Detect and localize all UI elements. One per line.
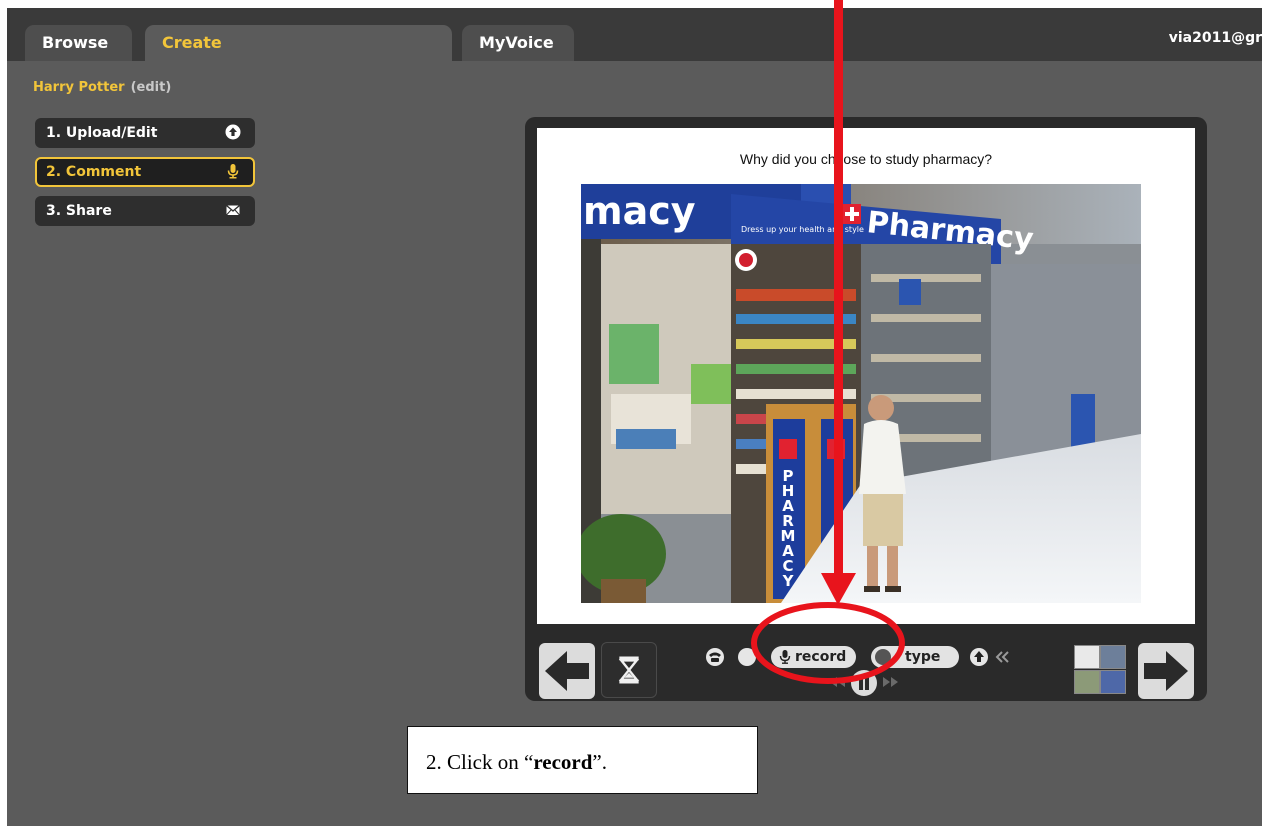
app-window: Browse Create MyVoice via2011@gr Harry P… <box>7 8 1262 826</box>
slide-thumbnail[interactable] <box>1074 645 1100 669</box>
step-label: 1. Upload/Edit <box>46 125 158 141</box>
arrow-left-icon[interactable] <box>539 643 595 699</box>
slide-thumbnail[interactable] <box>1100 645 1126 669</box>
phone-button[interactable] <box>706 648 724 666</box>
tab-create[interactable]: Create <box>145 25 452 61</box>
instruction-keyword: record <box>533 750 593 774</box>
double-chevron-left-icon[interactable] <box>995 650 1011 664</box>
record-button[interactable]: record <box>771 646 856 668</box>
rewind-icon[interactable] <box>827 675 847 689</box>
step-label: 3. Share <box>46 203 112 219</box>
tab-create-label: Create <box>162 33 222 52</box>
fast-forward-icon[interactable] <box>881 675 901 689</box>
instruction-suffix: ”. <box>592 750 607 774</box>
step-label: 2. Comment <box>46 164 142 180</box>
project-title: Harry Potter (edit) <box>33 80 171 95</box>
slide: Why did you choose to study pharmacy? ma… <box>537 128 1195 624</box>
step-comment[interactable]: 2. Comment <box>35 157 255 187</box>
type-label: type <box>905 649 941 665</box>
pause-button[interactable] <box>851 670 877 696</box>
step-upload-edit[interactable]: 1. Upload/Edit <box>35 118 255 148</box>
slide-question: Why did you choose to study pharmacy? <box>739 151 993 167</box>
edit-link[interactable]: (edit) <box>131 80 172 95</box>
hourglass-icon <box>618 656 640 684</box>
instruction-prefix: 2. Click on “ <box>426 750 534 774</box>
step-share[interactable]: 3. Share <box>35 196 255 226</box>
record-label: record <box>795 649 847 665</box>
keyboard-icon <box>875 649 891 665</box>
tab-myvoice-label: MyVoice <box>479 33 554 52</box>
upload-icon <box>974 651 984 662</box>
envelope-icon <box>226 204 240 216</box>
slide-thumbnail[interactable] <box>1074 670 1100 694</box>
arrow-right-icon[interactable] <box>1138 643 1194 699</box>
pause-icon <box>859 676 869 690</box>
banner-text: macy <box>583 189 696 233</box>
upload-button[interactable] <box>970 648 988 666</box>
user-account[interactable]: via2011@gr <box>1169 30 1262 46</box>
top-bar: Browse Create MyVoice via2011@gr <box>7 8 1262 61</box>
microphone-icon <box>227 164 239 179</box>
tab-browse[interactable]: Browse <box>25 25 132 61</box>
info-button[interactable] <box>738 648 756 666</box>
hourglass-button[interactable] <box>601 642 657 698</box>
tab-browse-label: Browse <box>42 33 109 52</box>
instruction-callout: 2. Click on “record”. <box>407 726 758 794</box>
tab-myvoice[interactable]: MyVoice <box>462 25 574 61</box>
slide-photo: macy Dress up your health and style Phar… <box>581 184 1141 603</box>
upload-icon <box>225 124 241 140</box>
banner-tagline: Dress up your health and style <box>741 225 864 234</box>
slide-thumbnail[interactable] <box>1100 670 1126 694</box>
phone-icon <box>709 652 721 662</box>
microphone-icon <box>779 650 791 664</box>
pharmacy-column-text: PHARMACY <box>781 467 796 590</box>
type-button[interactable]: type <box>871 646 959 668</box>
slide-viewer: Why did you choose to study pharmacy? ma… <box>525 117 1207 701</box>
project-name: Harry Potter <box>33 80 125 95</box>
